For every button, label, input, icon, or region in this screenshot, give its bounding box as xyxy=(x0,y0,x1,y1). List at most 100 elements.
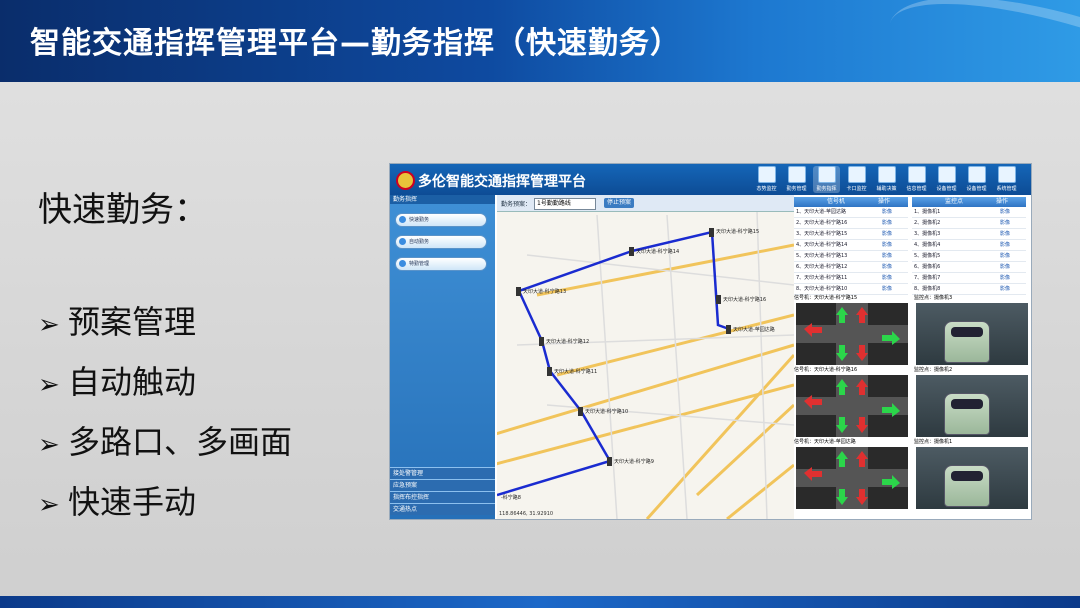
row-label: 5、天印大道-科宁路13 xyxy=(796,253,848,259)
nav-situation-monitor[interactable]: 态势监控 xyxy=(753,166,780,193)
accordion-emergency[interactable]: 应急预案 xyxy=(390,479,495,491)
map-label: 天印大道-科宁路16 xyxy=(723,296,766,303)
view-link[interactable]: 影像 xyxy=(882,275,892,281)
gears-icon xyxy=(997,166,1016,183)
nav-device-management-2[interactable]: 设备管理 xyxy=(963,166,990,193)
view-link[interactable]: 影像 xyxy=(1000,242,1010,248)
panel-title: 信号机：天印大道-苹园达路 xyxy=(794,439,856,445)
duty-route-upper xyxy=(631,230,730,331)
menu-label: 自动勤务 xyxy=(409,239,430,245)
nav-system-management[interactable]: 系统管理 xyxy=(993,166,1020,193)
row-label: 5、摄像机5 xyxy=(914,253,941,259)
intersection-diagram xyxy=(796,303,908,365)
bullet-text: 快速手动 xyxy=(68,483,197,521)
map-canvas[interactable]: 天印大道-科宁路15 天印大道-科宁路14 天印大道-科宁路13 天印大道-科宁… xyxy=(497,195,794,519)
table-row: 7、天印大道-科宁路11 影像 xyxy=(794,273,908,284)
accordion-deploy[interactable]: 指挥布控指挥 xyxy=(390,491,495,503)
view-link[interactable]: 影像 xyxy=(1000,286,1010,292)
view-link[interactable]: 影像 xyxy=(882,253,892,259)
bullet-text: 多路口、多画面 xyxy=(68,423,293,461)
view-link[interactable]: 影像 xyxy=(1000,275,1010,281)
camera-rows: 1、摄像机1 影像 2、摄像机2 影像 3、摄像机3 影像 4、摄像机4 影像 5、摄像机5 影像… xyxy=(912,207,1026,295)
camera-feed[interactable] xyxy=(916,303,1028,365)
map-label: 天印大道-科宁路11 xyxy=(554,368,597,375)
row-label: 7、摄像机7 xyxy=(914,275,941,281)
view-link[interactable]: 影像 xyxy=(882,286,892,292)
accordion-hotspot[interactable]: 交通热点 xyxy=(390,503,495,515)
map-label: 天印大道-苹园达路 xyxy=(733,326,775,333)
signal-table-header: 信号机 操作 xyxy=(794,197,908,207)
app-screenshot: 多伦智能交通指挥管理平台 态势监控 勤务管理 勤务指挥 卡口监控 辅助决策 信息… xyxy=(389,163,1032,520)
bar-chart-icon xyxy=(877,166,896,183)
nav-info-management[interactable]: 信息管理 xyxy=(903,166,930,193)
nav-device-management[interactable]: 设备管理 xyxy=(933,166,960,193)
bullet-list: ➢ 预案管理 ➢ 自动触动 ➢ 多路口、多画面 ➢ 快速手动 xyxy=(38,300,292,540)
nav-duty-management[interactable]: 勤务管理 xyxy=(783,166,810,193)
accordion-alarm[interactable]: 接处警管理 xyxy=(390,467,495,479)
panel-title: 监控点：摄像机1 xyxy=(914,439,953,445)
document-icon xyxy=(787,166,806,183)
bullet-icon xyxy=(399,238,406,245)
app-title: 多伦智能交通指挥管理平台 xyxy=(418,174,586,190)
view-link[interactable]: 影像 xyxy=(882,220,892,226)
slide-title: 智能交通指挥管理平台—勤务指挥（快速勤务） xyxy=(30,26,681,61)
traffic-light-icon xyxy=(629,247,634,256)
minor-roads xyxy=(516,210,794,519)
view-link[interactable]: 影像 xyxy=(882,242,892,248)
row-label: 6、摄像机6 xyxy=(914,264,941,270)
view-link[interactable]: 影像 xyxy=(882,231,892,237)
camera-panel: 监控点：摄像机2 xyxy=(914,367,1030,439)
plan-select[interactable]: 1号勤勤路线 xyxy=(534,198,596,210)
camera-table-header: 监控点 操作 xyxy=(912,197,1026,207)
map-view[interactable]: 天印大道-科宁路15 天印大道-科宁路14 天印大道-科宁路13 天印大道-科宁… xyxy=(497,195,794,519)
chart-icon xyxy=(847,166,866,183)
camera-feed[interactable] xyxy=(916,375,1028,437)
map-label: 天印大道-科宁路12 xyxy=(546,338,589,345)
table-row: 1、天印大道-苹园达路 影像 xyxy=(794,207,908,218)
slide-subtitle: 快速勤务： xyxy=(38,190,208,230)
view-link[interactable]: 影像 xyxy=(1000,220,1010,226)
nav-duty-command[interactable]: 勤务指挥 xyxy=(813,166,840,193)
bullet-item: ➢ 预案管理 xyxy=(38,300,292,360)
stop-plan-button[interactable]: 停止预案 xyxy=(604,198,634,208)
traffic-light-icon xyxy=(516,287,521,296)
folder-icon xyxy=(907,166,926,183)
arrow-bullet-icon: ➢ xyxy=(38,370,60,400)
camera-feed[interactable] xyxy=(916,447,1028,509)
table-row: 4、摄像机4 影像 xyxy=(912,240,1026,251)
table-row: 7、摄像机7 影像 xyxy=(912,273,1026,284)
view-link[interactable]: 影像 xyxy=(882,209,892,215)
view-link[interactable]: 影像 xyxy=(1000,264,1010,270)
nav-decision-support[interactable]: 辅助决策 xyxy=(873,166,900,193)
table-row: 6、摄像机6 影像 xyxy=(912,262,1026,273)
col-header: 操作 xyxy=(878,198,891,205)
row-label: 8、天印大道-科宁路10 xyxy=(796,286,848,292)
view-link[interactable]: 影像 xyxy=(1000,209,1010,215)
arrow-bullet-icon: ➢ xyxy=(38,430,60,460)
signal-phase-view xyxy=(796,303,908,365)
camera-table: 监控点 操作 1、摄像机1 影像 2、摄像机2 影像 3、摄像机3 影像 4、摄像机4 影像 5、… xyxy=(912,197,1026,295)
panel-title: 信号机：天印大道-科宁路15 xyxy=(794,295,858,301)
table-row: 1、摄像机1 影像 xyxy=(912,207,1026,218)
row-label: 1、天印大道-苹园达路 xyxy=(796,209,846,215)
nav-label: 态势监控 xyxy=(756,186,777,192)
row-label: 1、摄像机1 xyxy=(914,209,941,215)
car-image xyxy=(944,393,990,435)
menu-quick-duty[interactable]: 快速勤务 xyxy=(395,213,487,227)
view-link[interactable]: 影像 xyxy=(1000,253,1010,259)
car-image xyxy=(944,465,990,507)
view-link[interactable]: 影像 xyxy=(1000,231,1010,237)
map-label: -科宁路8 xyxy=(501,494,521,501)
bullet-text: 预案管理 xyxy=(68,303,197,341)
menu-special-duty[interactable]: 特勤管理 xyxy=(395,257,487,271)
menu-auto-duty[interactable]: 自动勤务 xyxy=(395,235,487,249)
row-label: 7、天印大道-科宁路11 xyxy=(796,275,848,281)
nav-checkpoint-monitor[interactable]: 卡口监控 xyxy=(843,166,870,193)
app-header: 多伦智能交通指挥管理平台 态势监控 勤务管理 勤务指挥 卡口监控 辅助决策 信息… xyxy=(390,164,1031,195)
main-roads xyxy=(497,243,794,519)
bullet-item: ➢ 多路口、多画面 xyxy=(38,420,292,480)
table-row: 4、天印大道-科宁路14 影像 xyxy=(794,240,908,251)
traffic-light-icon xyxy=(716,295,721,304)
view-link[interactable]: 影像 xyxy=(882,264,892,270)
footer-bar xyxy=(0,596,1080,608)
